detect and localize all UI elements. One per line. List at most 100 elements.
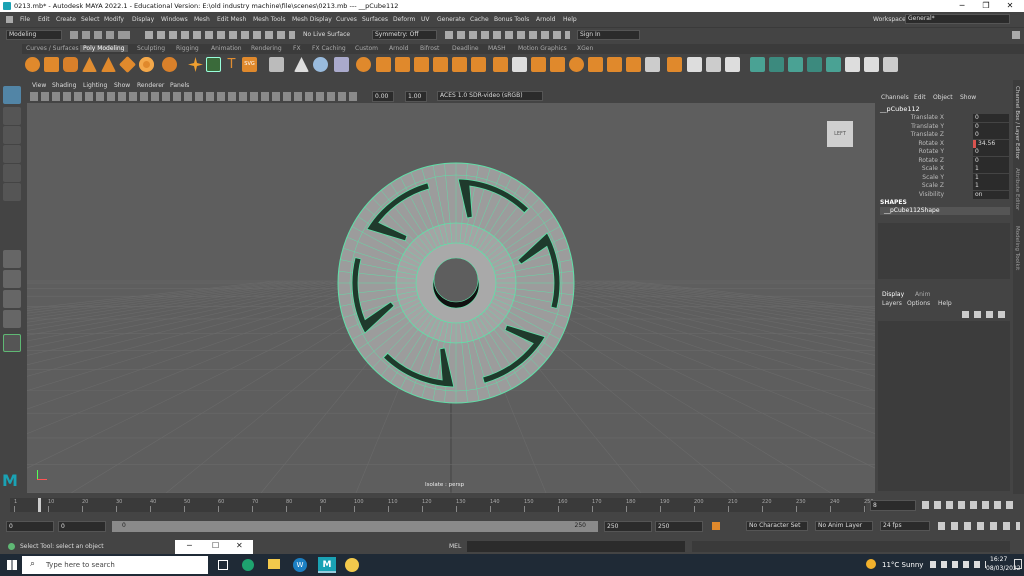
attribute-row[interactable]: Scale X 1 <box>876 165 1010 174</box>
mel-label[interactable]: MEL <box>449 543 461 550</box>
tab-bifrost[interactable]: Bifrost <box>420 45 439 52</box>
playback-controls-icons[interactable] <box>922 501 1018 509</box>
tab-arnold[interactable]: Arnold <box>389 45 408 52</box>
menu-cache[interactable]: Cache <box>470 16 489 23</box>
colorspace-dropdown[interactable]: ACES 1.0 SDR-video (sRGB) <box>437 91 543 101</box>
maximize-icon[interactable]: ❐ <box>974 0 998 12</box>
tab-display-layers[interactable]: Display <box>882 291 904 298</box>
multi-cut-icon[interactable] <box>512 57 527 72</box>
platonic-icon[interactable] <box>162 57 177 72</box>
wedge-icon[interactable] <box>626 57 641 72</box>
menu-mesh-display[interactable]: Mesh Display <box>292 16 332 23</box>
attribute-value[interactable]: 0 <box>973 131 1009 139</box>
tab-deadline[interactable]: Deadline <box>452 45 479 52</box>
mash-repro-icon[interactable] <box>826 57 841 72</box>
attribute-value[interactable]: on <box>973 190 1009 199</box>
task-view-icon[interactable] <box>218 560 228 570</box>
fps-dropdown[interactable]: 24 fps <box>880 521 930 531</box>
attribute-value[interactable]: 0 <box>973 114 1009 122</box>
windows-start-icon[interactable] <box>7 560 17 570</box>
extract-icon[interactable] <box>294 57 309 72</box>
viewport-persp[interactable]: LEFT Isolate : persp <box>27 103 875 493</box>
end-frame-field[interactable]: 250 <box>655 521 703 532</box>
layer-tool-icons[interactable] <box>962 311 1008 318</box>
poke-icon[interactable] <box>607 57 622 72</box>
float-maximize-icon[interactable]: ☐ <box>212 541 219 550</box>
mash-network-icon[interactable] <box>788 57 803 72</box>
layer-help-menu[interactable]: Help <box>938 300 952 307</box>
attribute-row[interactable]: Translate Z 0 <box>876 131 1010 140</box>
menu-generate[interactable]: Generate <box>437 16 465 23</box>
file-explorer-icon[interactable] <box>268 559 280 569</box>
playback-end-field[interactable]: 250 <box>604 521 652 532</box>
poly-pyramid-icon[interactable] <box>101 57 116 72</box>
live-surface-label[interactable]: No Live Surface <box>303 31 350 38</box>
tab-fx[interactable]: FX <box>293 45 301 52</box>
unfold-icon[interactable] <box>725 57 740 72</box>
start-frame-field[interactable]: 0 <box>6 521 54 532</box>
attribute-value[interactable]: 1 <box>973 173 1009 182</box>
tab-curves-surfaces[interactable]: Curves / Surfaces <box>26 45 79 52</box>
display-layer-icon[interactable] <box>750 57 765 72</box>
mesh-combine-icon[interactable] <box>269 57 284 72</box>
two-view-icon[interactable] <box>3 290 21 308</box>
tab-fx-caching[interactable]: FX Caching <box>312 45 346 52</box>
menu-arnold[interactable]: Arnold <box>536 16 555 23</box>
layer-options-menu[interactable]: Options <box>907 300 930 307</box>
extrude-icon[interactable] <box>395 57 410 72</box>
tab-sculpting[interactable]: Sculpting <box>137 45 165 52</box>
app-w-icon[interactable]: W <box>293 558 307 572</box>
minimize-icon[interactable]: ─ <box>950 0 974 12</box>
attribute-value[interactable]: 0 <box>973 156 1009 165</box>
attribute-row[interactable]: Translate X 0 <box>876 114 1010 123</box>
tab-custom[interactable]: Custom <box>355 45 378 52</box>
poly-plane-icon[interactable] <box>119 56 136 73</box>
panel-menu-show[interactable]: Show <box>114 82 130 89</box>
bevel-icon[interactable] <box>414 57 429 72</box>
attribute-row[interactable]: Scale Y 1 <box>876 173 1010 183</box>
panel-toggle-icon[interactable] <box>1012 31 1020 39</box>
tab-attribute-editor[interactable]: Attribute Editor <box>1014 168 1020 210</box>
lasso-tool-icon[interactable] <box>3 107 21 125</box>
channel-show-menu[interactable]: Show <box>960 94 976 101</box>
time-track[interactable]: 1 10 20 30 40 50 60 70 80 90 100 110 120 130 140 150 160… <box>10 498 874 512</box>
attribute-row[interactable]: Translate Y 0 <box>876 122 1010 132</box>
view-cube[interactable]: LEFT <box>827 121 853 147</box>
menu-file[interactable]: File <box>20 16 30 23</box>
poly-cube-icon[interactable] <box>44 57 59 72</box>
panel-menu-renderer[interactable]: Renderer <box>137 82 164 89</box>
menu-edit[interactable]: Edit <box>38 16 50 23</box>
attribute-row[interactable]: Visibility on <box>876 190 1010 200</box>
outliner-view-icon[interactable] <box>3 310 21 328</box>
command-input[interactable] <box>467 541 685 552</box>
auto-seams-icon[interactable] <box>706 57 721 72</box>
menu-create[interactable]: Create <box>56 16 76 23</box>
shape-name[interactable]: __pCube112Shape <box>880 207 1010 215</box>
range-bar[interactable]: 0 250 <box>112 521 598 532</box>
attribute-value[interactable]: 0 <box>973 122 1009 131</box>
current-frame-field[interactable]: 8 <box>870 500 916 511</box>
playback-start-field[interactable]: 0 <box>58 521 106 532</box>
tab-poly-modeling[interactable]: Poly Modeling <box>80 45 128 52</box>
mode-dropdown[interactable]: Modeling <box>6 30 62 40</box>
current-time-marker[interactable] <box>38 498 41 512</box>
checker-icon[interactable] <box>845 57 860 72</box>
gamma-field[interactable]: 1.00 <box>405 91 427 102</box>
float-close-icon[interactable]: ✕ <box>236 541 243 550</box>
poly-sphere-icon[interactable] <box>25 57 40 72</box>
tab-channel-box[interactable]: Channel Box / Layer Editor <box>1014 86 1020 159</box>
float-minimize-icon[interactable]: ─ <box>187 541 192 550</box>
channels-menu[interactable]: Channels <box>881 94 909 101</box>
menu-uv[interactable]: UV <box>421 16 430 23</box>
notifications-icon[interactable] <box>1014 559 1022 569</box>
tab-motion-graphics[interactable]: Motion Graphics <box>518 45 567 52</box>
auto-key-icon[interactable] <box>712 522 720 530</box>
select-tool-icon[interactable] <box>3 86 21 104</box>
attribute-row[interactable]: Rotate Z 0 <box>876 156 1010 166</box>
menu-bonus-tools[interactable]: Bonus Tools <box>494 16 529 23</box>
weather-text[interactable]: 11°C Sunny <box>882 561 923 569</box>
svg-tool-icon[interactable]: SVG <box>242 57 257 72</box>
selection-snap-icons[interactable] <box>145 31 295 39</box>
tab-rigging[interactable]: Rigging <box>176 45 199 52</box>
uv-editor-icon[interactable] <box>687 57 702 72</box>
